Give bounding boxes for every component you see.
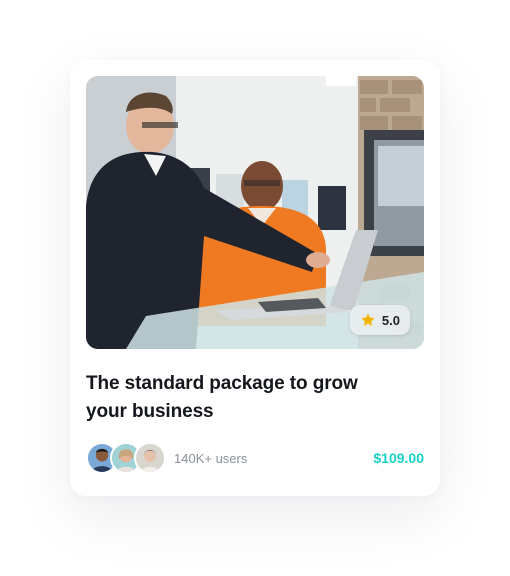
user-avatars [86, 442, 166, 474]
star-icon [361, 313, 375, 326]
users-count: 140K+ users [174, 450, 248, 466]
product-card[interactable]: 5.0 The standard package to grow your bu… [70, 60, 440, 496]
price: $109.00 [373, 450, 424, 466]
avatar [134, 442, 166, 474]
card-footer: 140K+ users $109.00 [86, 440, 424, 476]
product-image: 5.0 [86, 76, 424, 349]
rating-value: 5.0 [381, 312, 400, 328]
product-title: The standard package to grow your busine… [86, 373, 358, 422]
rating-badge: 5.0 [349, 305, 410, 335]
